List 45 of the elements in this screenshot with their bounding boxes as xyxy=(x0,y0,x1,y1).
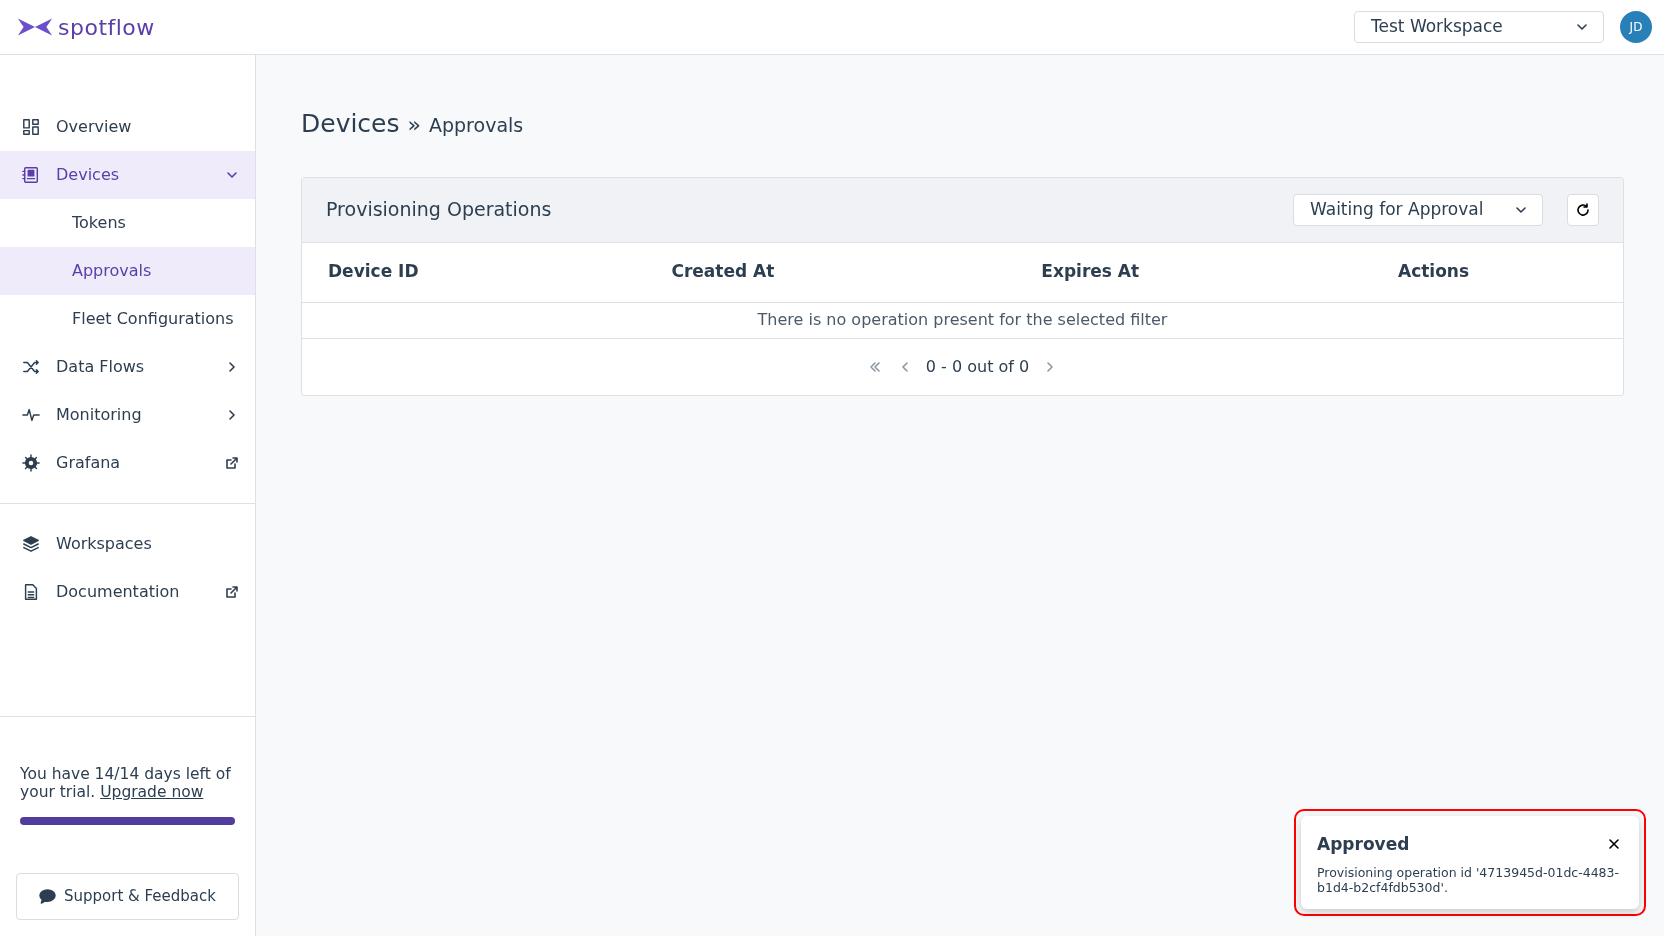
toast-message: Provisioning operation id '4713945d-01dc-4483-b1d4-b2cf4fdb530d'. xyxy=(1317,865,1621,895)
submenu-item[interactable]: Tokens xyxy=(0,199,255,247)
logo-icon xyxy=(16,16,54,38)
refresh-icon xyxy=(1575,201,1591,218)
external-link-icon xyxy=(225,585,239,599)
page-title: Devices xyxy=(301,108,400,140)
submenu-item[interactable]: Fleet Configurations xyxy=(0,295,255,343)
refresh-button[interactable] xyxy=(1567,193,1599,226)
chip-icon xyxy=(22,166,40,184)
workspace-dropdown[interactable]: Test Workspace xyxy=(1354,11,1604,43)
user-avatar[interactable]: JD xyxy=(1620,11,1652,43)
sidebar-item[interactable]: Monitoring xyxy=(0,391,255,439)
sidebar-item[interactable]: Devices xyxy=(0,151,255,199)
close-button[interactable] xyxy=(1607,837,1621,852)
breadcrumb-current: Approvals xyxy=(429,113,524,138)
support-button[interactable]: Support & Feedback xyxy=(16,873,239,920)
status-filter-dropdown[interactable]: Waiting for Approval xyxy=(1293,193,1543,226)
upgrade-link[interactable]: Upgrade now xyxy=(100,783,204,801)
panel-title: Provisioning Operations xyxy=(326,197,552,223)
logo-text: spotflow xyxy=(58,13,155,42)
sidebar-item[interactable]: Workspaces xyxy=(0,520,255,568)
gear-icon xyxy=(22,454,40,472)
empty-table-message: There is no operation present for the selected filter xyxy=(757,309,1168,331)
column-header: Device ID xyxy=(302,242,646,303)
sidebar-item[interactable]: Documentation xyxy=(0,568,255,616)
double-chevron-left-icon xyxy=(867,359,882,374)
close-icon xyxy=(1607,837,1621,852)
pagination-range: 0 - 0 out of 0 xyxy=(924,355,1031,378)
external-link-icon xyxy=(225,456,239,470)
column-header: Created At xyxy=(645,242,1016,303)
pulse-icon xyxy=(22,406,40,424)
trial-message: You have 14/14 days left of your trial. Upgrade now xyxy=(19,765,232,801)
sidebar-item[interactable]: Overview xyxy=(0,103,255,151)
submenu-item[interactable]: Approvals xyxy=(0,247,255,295)
sidebar-item[interactable]: Data Flows xyxy=(0,343,255,391)
chat-bubble-icon xyxy=(39,889,56,904)
sidebar-item[interactable]: Grafana xyxy=(0,439,255,487)
document-icon xyxy=(22,583,40,601)
grid-icon xyxy=(22,118,40,136)
toast-title: Approved xyxy=(1317,832,1410,856)
column-header: Actions xyxy=(1372,242,1623,303)
breadcrumb-separator: » xyxy=(407,111,421,139)
shuffle-icon xyxy=(22,358,40,376)
layers-icon xyxy=(22,535,40,553)
column-header: Expires At xyxy=(1015,242,1372,303)
